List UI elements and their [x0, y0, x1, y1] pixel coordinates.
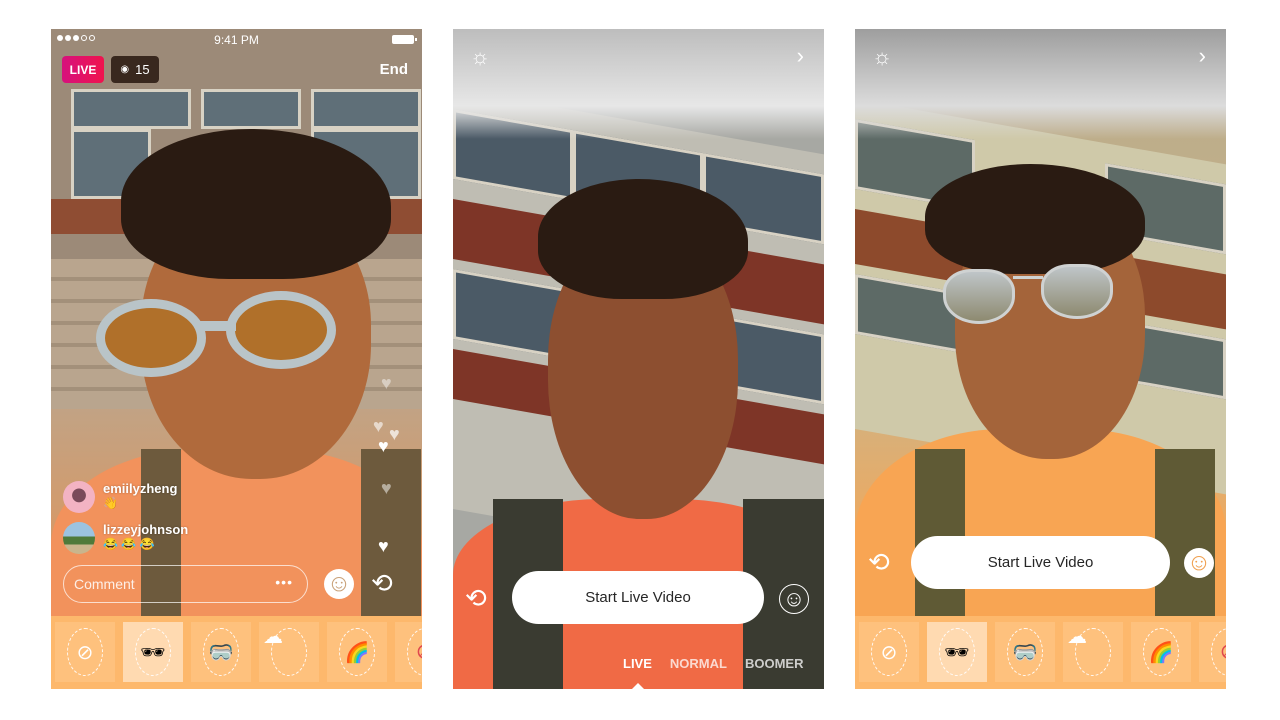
top-gradient [453, 29, 824, 139]
heart-icon: ♥ [373, 416, 384, 436]
filter-tray: ⊘ 🕶 🥽 ☁ 🌈 ☮ [855, 616, 1226, 689]
start-live-video-button[interactable]: Start Live Video [911, 536, 1170, 589]
filter-rainbow[interactable]: 🌈 [1131, 622, 1191, 682]
battery-icon [392, 35, 417, 44]
heart-icon: ♥ [378, 436, 389, 456]
viewer-count[interactable]: ◉ 15 [111, 56, 159, 83]
filter-aviator-sunglasses[interactable]: 🕶 [123, 622, 183, 682]
live-broadcast-screen: 9:41 PM LIVE ◉ 15 End ♥ ♥ ♥ ♥ ♥ ♥ emiily… [51, 29, 422, 689]
live-badge: LIVE [62, 56, 104, 83]
filter-moto-goggles[interactable]: 🥽 [191, 622, 251, 682]
mode-boomerang[interactable]: BOOMER [745, 656, 804, 671]
flip-camera-button[interactable]: ⟲ [868, 549, 890, 575]
active-mode-indicator [632, 683, 644, 689]
filter-tray: ⊘ 🕶 🥽 ☁ 🌈 ☮ [51, 616, 422, 689]
face-filter-button[interactable]: ☺ [1184, 548, 1214, 578]
face-filter-button[interactable]: ☺ [779, 584, 809, 614]
face-icon: ☺ [782, 586, 806, 611]
settings-gear-icon[interactable]: ☼ [872, 46, 892, 68]
camera-mode-selector: LIVE NORMAL BOOMER [623, 656, 803, 671]
eye-icon: ◉ [120, 64, 130, 75]
comment-text: 👋 [103, 496, 118, 510]
heart-icon: ♥ [381, 373, 392, 393]
live-camera-filter-screen: ☼ › ⟲ Start Live Video ☺ ⊘ 🕶 🥽 ☁ 🌈 ☮ [855, 29, 1226, 689]
flip-camera-button[interactable]: ⟲ [371, 570, 393, 596]
filter-peace[interactable]: ☮ [395, 622, 422, 682]
comment-text: 😂 😂 😂 [103, 537, 155, 551]
comment-placeholder: Comment [74, 576, 135, 592]
end-button[interactable]: End [380, 61, 408, 78]
top-gradient [855, 29, 1226, 139]
mode-live[interactable]: LIVE [623, 656, 652, 671]
comment-username[interactable]: emiilyzheng [103, 481, 177, 496]
filter-none[interactable]: ⊘ [55, 622, 115, 682]
comment-input[interactable]: Comment ••• [63, 565, 308, 603]
face-icon: ☺ [1186, 549, 1212, 576]
face-filter-button[interactable]: ☺ [324, 569, 354, 599]
avatar[interactable] [63, 481, 95, 513]
start-live-video-button[interactable]: Start Live Video [512, 571, 764, 624]
filter-peace[interactable]: ☮ [1199, 622, 1226, 682]
filter-cloud[interactable]: ☁ [259, 622, 319, 682]
sunglasses-filter [96, 291, 336, 377]
comment-item: emiilyzheng 👋 [63, 481, 177, 513]
filter-aviator-sunglasses[interactable]: 🕶 [927, 622, 987, 682]
heart-icon: ♥ [381, 478, 392, 498]
heart-icon: ♥ [389, 424, 400, 444]
face-icon: ☺ [326, 570, 352, 597]
filter-rainbow[interactable]: 🌈 [327, 622, 387, 682]
chevron-right-icon[interactable]: › [1199, 45, 1206, 67]
comment-username[interactable]: lizzeyjohnson [103, 522, 188, 537]
clock: 9:41 PM [214, 33, 259, 47]
chevron-right-icon[interactable]: › [797, 45, 804, 67]
aviator-filter [943, 264, 1113, 324]
avatar[interactable] [63, 522, 95, 554]
status-bar: 9:41 PM [51, 29, 422, 51]
filter-none[interactable]: ⊘ [859, 622, 919, 682]
viewer-count-value: 15 [135, 62, 150, 77]
settings-gear-icon[interactable]: ☼ [470, 46, 490, 68]
comment-item: lizzeyjohnson 😂 😂 😂 [63, 522, 188, 554]
live-camera-screen: ☼ › ⟲ Start Live Video ☺ LIVE NORMAL BOO… [453, 29, 824, 689]
more-options-button[interactable]: ••• [275, 574, 293, 590]
flip-camera-button[interactable]: ⟲ [465, 585, 487, 611]
filter-moto-goggles[interactable]: 🥽 [995, 622, 1055, 682]
mode-normal[interactable]: NORMAL [670, 656, 727, 671]
heart-icon: ♥ [378, 536, 389, 556]
filter-cloud[interactable]: ☁ [1063, 622, 1123, 682]
